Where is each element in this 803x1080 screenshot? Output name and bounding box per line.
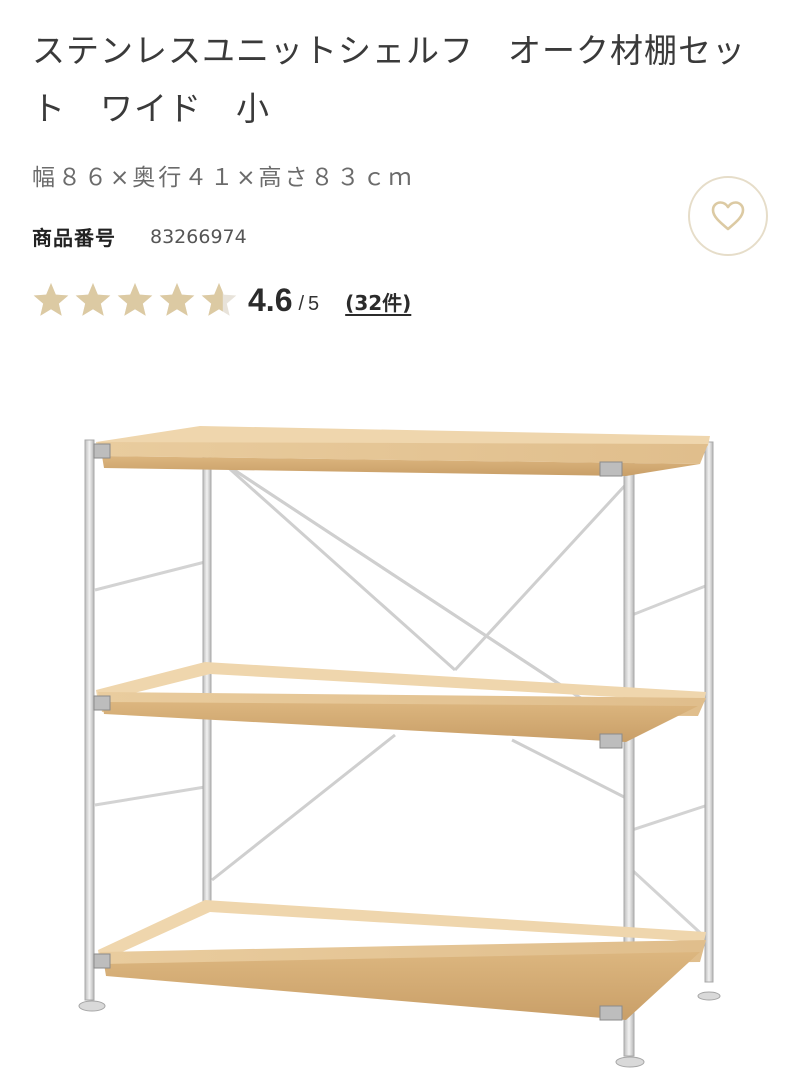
rating-score: 4.6 <box>248 281 293 318</box>
heart-icon <box>711 201 745 231</box>
rating: 4.6 /5 (32件) <box>32 276 411 324</box>
product-title: ステンレスユニットシェルフ オーク材棚セット ワイド 小 <box>32 31 746 128</box>
product-number: 商品番号 83266974 <box>32 222 247 251</box>
product-image <box>78 426 721 1068</box>
favorite-button[interactable] <box>688 176 768 256</box>
review-count-link[interactable]: (32件) <box>345 287 411 316</box>
product-number-label: 商品番号 <box>32 226 116 250</box>
star-icon <box>33 283 69 316</box>
rating-slash: / <box>298 292 305 315</box>
rating-stars <box>32 281 242 319</box>
rating-max: /5 <box>298 293 319 316</box>
rating-max-value: 5 <box>308 292 320 315</box>
product-dimensions: 幅８６×奥行４１×高さ８３ｃｍ <box>32 165 415 191</box>
star-icon <box>201 283 237 316</box>
star-icon <box>159 283 195 316</box>
star-icon <box>117 283 153 316</box>
star-icon <box>75 283 111 316</box>
product-number-value: 83266974 <box>150 225 247 248</box>
